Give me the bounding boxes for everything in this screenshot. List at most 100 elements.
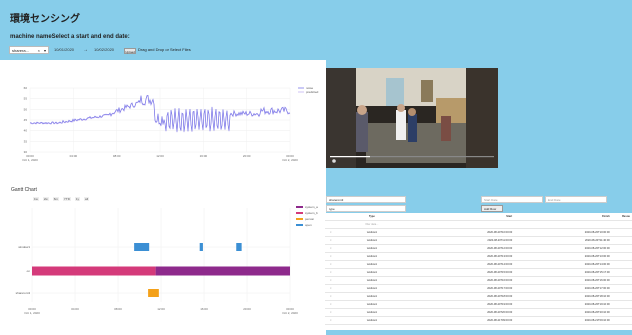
x-tick-label: 04:00 [71,307,79,311]
cell-finish: 2020-08-20T10:00:00 [514,228,612,237]
cell-start: 2020-08-20T18:00:00 [407,292,515,301]
table-row[interactable]: × window1 2020-08-20T19:00:00 2020-08-20T19… [325,300,632,309]
cell-resource [611,308,632,317]
delete-row-icon[interactable]: × [325,276,337,285]
cell-start: 2020-08-20T16:00:00 [407,276,515,285]
delete-row-icon[interactable]: × [325,260,337,269]
start-date-filter[interactable]: Start Date [481,196,543,203]
upload-button[interactable]: Upload [124,48,136,54]
table-row[interactable]: × window1 2020-08-20T16:00:00 2020-08-20T16… [325,276,632,285]
gantt-bar[interactable] [236,243,242,251]
table-row[interactable]: × window1 2020-08-20T11:00:00 2020-08-20T11… [325,236,632,245]
table-row[interactable]: × window1 2020-08-20T10:00:00 2020-08-20T10… [325,228,632,237]
y-tick-label: 35 [24,139,28,143]
machine-select-value: sharera... [12,48,29,53]
column-header-type[interactable]: Type [336,213,408,221]
file-drop-zone[interactable]: Drag and Drop or Select Files [138,47,191,52]
x-tick-label: Oct 1, 2020 [24,311,40,315]
x-tick-label: 16:00 [200,154,208,158]
cell-start: 2020-08-20T12:00:00 [407,244,515,253]
cell-resource [611,300,632,309]
gantt-x-ticks: 00:00Oct 1, 202004:00 08:00 12:00 16:00 20:0… [24,307,298,315]
table-row[interactable]: × window1 2020-08-20T17:00:00 2020-08-20T17… [325,284,632,293]
line-chart-x-ticks: 00:00Oct 1, 202004:00 08:00 12:00 16:00 20:0… [22,154,298,162]
room-filter-input[interactable]: sharerom3 [326,196,406,203]
gantt-row-labels: window1 on sharerom3 [16,245,31,295]
x-tick-label: 20:00 [243,307,251,311]
table-row[interactable]: × window1 2020-08-20T12:00:00 2020-08-20T12… [325,244,632,253]
date-prompt: machine nameSelect a start and end date: [10,34,130,40]
table-row[interactable]: × window1 2020-08-20T13:00:00 2020-08-20T13… [325,252,632,261]
machine-select[interactable]: sharera... × ▾ [9,46,49,54]
y-tick-label: 40 [24,129,28,133]
legend-swatch [296,212,303,214]
gantt-chart[interactable]: window1onsharerom3 00:00Oct 1, 202004:00… [0,200,326,335]
column-header-resource[interactable]: Resou [611,213,632,221]
legend-label: system_a [305,205,318,209]
column-header-finish[interactable]: Finish [514,213,612,221]
cell-start: 2020-08-20T19:00:00 [407,300,515,309]
cell-type: window1 [336,300,408,309]
start-date-input[interactable]: 10/01/2020 [54,47,74,52]
legend-swatch [296,224,303,226]
cell-finish: 2020-08-20T13:00:00 [514,252,612,261]
delete-row-icon[interactable]: × [325,236,337,245]
row-label: window1 [18,245,30,249]
table-row[interactable]: × window1 2020-08-20T20:00:00 2020-08-20T20… [325,308,632,317]
delete-row-icon[interactable]: × [325,292,337,301]
chevron-down-icon[interactable]: ▾ [44,47,46,55]
gantt-gridlines [31,208,291,302]
type-filter-input[interactable]: filter data... [336,220,408,229]
x-tick-label: Oct 2, 2020 [282,158,298,162]
cell-type: window1 [336,244,408,253]
gantt-bar[interactable] [199,243,203,251]
cell-start: 2020-08-20T10:00:00 [407,228,515,237]
table-row[interactable]: × window1 2020-08-20T14:00:00 2020-08-20T14… [325,260,632,269]
noise-line-chart[interactable]: 60555045403530 00:00Oct 1, 202004:00 08:0… [0,60,326,180]
gantt-title: Gantt Chart [11,187,37,193]
cell-finish: 2020-08-20T12:00:00 [514,244,612,253]
delete-row-icon[interactable]: × [325,316,337,325]
legend-label: system_b [305,211,318,215]
delete-row-icon[interactable]: × [325,308,337,317]
column-header-start[interactable]: Start [407,213,515,221]
delete-row-icon[interactable]: × [325,228,337,237]
delete-row-icon[interactable]: × [325,300,337,309]
x-tick-label: Oct 1, 2020 [22,158,38,162]
add-row-button[interactable]: Add Row [481,205,503,212]
clear-icon[interactable]: × [38,47,40,55]
delete-row-icon[interactable]: × [325,244,337,253]
gantt-bar[interactable] [32,266,156,276]
cell-resource [611,252,632,261]
table-row[interactable]: × window1 2020-08-21T09:00:00 2020-08-21T09… [325,316,632,325]
event-filter-input[interactable]: type [326,205,406,212]
end-date-input[interactable]: 10/02/2020 [94,47,114,52]
camera-video[interactable] [326,68,498,168]
y-tick-label: 45 [24,118,28,122]
x-tick-label: 16:00 [200,307,208,311]
gantt-bar[interactable] [148,289,159,297]
line-chart-y-ticks: 60555045403530 [24,86,28,154]
end-date-filter[interactable]: End Date [545,196,607,203]
cell-resource [611,276,632,285]
cell-start: 2020-08-20T11:00:00 [407,236,515,245]
delete-row-icon[interactable]: × [325,252,337,261]
cell-type: window1 [336,316,408,325]
cell-finish: 2020-08-20T16:00:00 [514,276,612,285]
arrow-right-icon: → [83,47,88,53]
gantt-legend: system_a system_bperson open [296,205,318,227]
table-row[interactable]: × window1 2020-08-20T18:00:00 2020-08-20T18… [325,292,632,301]
table-row[interactable]: × window1 2020-08-20T15:00:00 2020-08-20T15… [325,268,632,277]
cell-resource [611,292,632,301]
cell-resource [611,316,632,325]
cell-type: window1 [336,228,408,237]
cell-type: window1 [336,260,408,269]
delete-row-icon[interactable]: × [325,284,337,293]
x-tick-label: 04:00 [70,154,78,158]
gantt-bar[interactable] [134,243,150,251]
x-tick-label: 20:00 [243,154,251,158]
cell-resource [611,228,632,237]
gantt-bar[interactable] [155,266,290,276]
cell-finish: 2020-08-20T20:10:00 [514,308,612,317]
delete-row-icon[interactable]: × [325,268,337,277]
